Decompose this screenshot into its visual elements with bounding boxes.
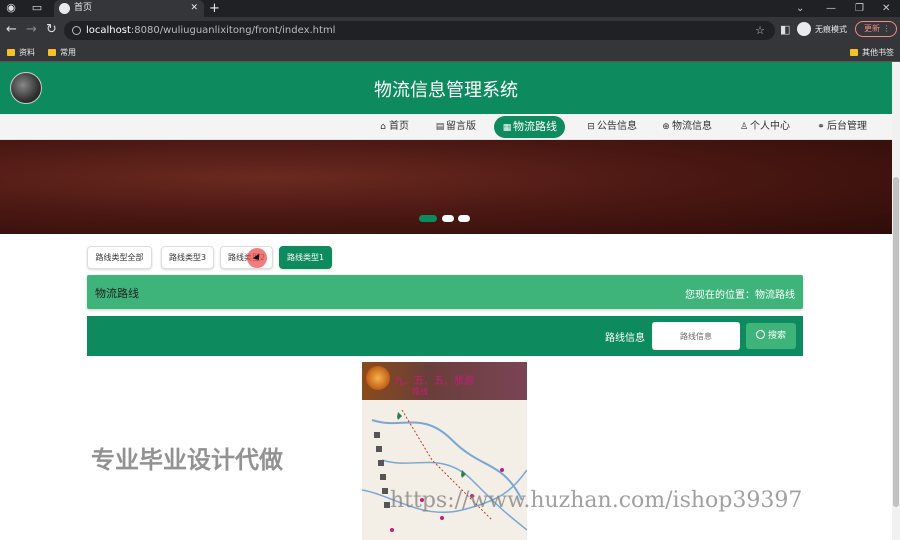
bookmarks-bar: 资料 常用 其他书签 bbox=[0, 44, 900, 62]
flower-icon bbox=[366, 366, 390, 390]
bookmark-star-icon[interactable]: ☆ bbox=[755, 21, 765, 40]
minimize-button[interactable]: — bbox=[826, 0, 836, 17]
url-host: localhost bbox=[86, 25, 131, 36]
incognito-avatar-icon[interactable] bbox=[797, 22, 811, 36]
carousel-dot[interactable] bbox=[442, 215, 454, 222]
nav-item-user-center[interactable]: ♙ 个人中心 bbox=[739, 120, 790, 134]
nav-item-home[interactable]: ⌂ 首页 bbox=[378, 120, 409, 134]
site-header: 物流信息管理系统 bbox=[0, 62, 892, 114]
map-header: 九、五、五、旅游 路线 bbox=[362, 362, 527, 400]
back-button[interactable]: ← bbox=[6, 23, 17, 37]
nav-item-notices[interactable]: ⊟ 公告信息 bbox=[586, 120, 637, 134]
carousel-dot[interactable] bbox=[419, 215, 437, 222]
message-icon: ▤ bbox=[435, 122, 445, 132]
user-icon: ♙ bbox=[739, 122, 749, 132]
nav-label: 留言版 bbox=[446, 121, 476, 132]
browser-toolbar: ← → ↻ localhost:8080/wuliuguanlixitong/f… bbox=[0, 17, 900, 44]
breadcrumb: 物流路线 您现在的位置：物流路线 bbox=[87, 275, 803, 309]
route-icon: ▦ bbox=[502, 123, 512, 133]
browser-tab-title: 首页 bbox=[74, 3, 93, 13]
search-label: 路线信息 bbox=[605, 333, 645, 344]
filter-chip-all[interactable]: 路线类型全部 bbox=[87, 246, 152, 269]
nav-label: 首页 bbox=[389, 121, 409, 132]
route-map-graphic bbox=[362, 400, 527, 540]
maximize-button[interactable]: ❐ bbox=[855, 0, 864, 17]
close-tab-icon[interactable]: ✕ bbox=[190, 0, 198, 17]
bookmark-folder[interactable]: 常用 bbox=[48, 44, 76, 62]
search-button[interactable]: 搜索 bbox=[746, 323, 796, 349]
breadcrumb-location: 您现在的位置：物流路线 bbox=[685, 290, 795, 301]
link-icon: ⚭ bbox=[817, 122, 825, 132]
nav-label: 物流信息 bbox=[672, 121, 712, 132]
bookmark-folder-other[interactable]: 其他书签 bbox=[850, 44, 894, 62]
route-card-image[interactable]: 九、五、五、旅游 路线 bbox=[362, 362, 527, 540]
update-button[interactable]: 更新 ⋮ bbox=[855, 21, 897, 37]
nav-item-logistics[interactable]: ⊕ 物流信息 bbox=[661, 120, 712, 134]
tab-search-icon[interactable]: ▭ bbox=[30, 1, 44, 15]
search-icon bbox=[755, 330, 765, 339]
search-panel: 路线信息 搜索 bbox=[87, 316, 803, 356]
nav-item-routes[interactable]: ▦ 物流路线 bbox=[494, 116, 565, 138]
url-path: :8080/wuliuguanlixitong/front/index.html bbox=[130, 25, 336, 36]
scrollbar-thumb[interactable] bbox=[893, 177, 899, 507]
nav-label: 后台管理 bbox=[827, 121, 867, 132]
nav-item-message-board[interactable]: ▤ 留言版 bbox=[435, 120, 476, 134]
tab-dropdown-icon[interactable]: ⌄ bbox=[796, 0, 804, 17]
page-viewport: 物流信息管理系统 ⌂ 首页 ▤ 留言版 ▦ 物流路线 ⊟ 公告信息 ⊕ 物流信息 ♙ 个人中… bbox=[0, 62, 892, 540]
search-input[interactable] bbox=[652, 322, 740, 350]
watermark-url: https://www.huzhan.com/ishop39397 bbox=[390, 488, 803, 513]
watermark-text: 专业毕业设计代做 bbox=[91, 446, 283, 474]
browser-tab-strip: ◉ ▭ 首页 ✕ + ⌄ — ❐ ✕ bbox=[0, 0, 900, 17]
nav-label: 个人中心 bbox=[750, 121, 790, 132]
search-button-label: 搜索 bbox=[767, 331, 786, 341]
new-tab-button[interactable]: + bbox=[209, 0, 220, 17]
site-title: 物流信息管理系统 bbox=[374, 80, 518, 101]
globe-icon bbox=[59, 3, 70, 14]
incognito-label: 无痕模式 bbox=[815, 25, 847, 34]
nav-label: 物流路线 bbox=[513, 120, 557, 133]
main-nav: ⌂ 首页 ▤ 留言版 ▦ 物流路线 ⊟ 公告信息 ⊕ 物流信息 ♙ 个人中心 ⚭ 后台管理 bbox=[0, 114, 892, 140]
reload-button[interactable]: ↻ bbox=[46, 23, 57, 37]
filter-chip-type1[interactable]: 路线类型1 bbox=[279, 246, 332, 269]
home-icon: ⌂ bbox=[380, 122, 386, 132]
section-title: 物流路线 bbox=[95, 287, 139, 300]
update-label: 更新 bbox=[864, 24, 880, 33]
bookmark-folder[interactable]: 资料 bbox=[7, 44, 35, 62]
nav-label: 公告信息 bbox=[597, 121, 637, 132]
filter-chip-type3[interactable]: 路线类型3 bbox=[161, 246, 214, 269]
carousel-dot[interactable] bbox=[458, 215, 470, 222]
window-menu-icon[interactable]: ◉ bbox=[4, 1, 18, 15]
close-window-button[interactable]: ✕ bbox=[882, 0, 890, 17]
side-panel-icon[interactable]: ◧ bbox=[780, 23, 790, 36]
nav-item-admin[interactable]: ⚭ 后台管理 bbox=[816, 120, 867, 134]
map-subtitle: 路线 bbox=[412, 387, 428, 396]
map-title: 九、五、五、旅游 bbox=[394, 376, 474, 387]
address-bar[interactable]: localhost:8080/wuliuguanlixitong/front/i… bbox=[64, 21, 775, 40]
page-scrollbar[interactable] bbox=[892, 62, 900, 540]
globe-icon: ⊕ bbox=[662, 122, 670, 132]
site-info-icon[interactable] bbox=[72, 26, 81, 35]
notice-icon: ⊟ bbox=[587, 122, 595, 132]
forward-button[interactable]: → bbox=[26, 23, 37, 37]
browser-tab-home[interactable]: 首页 ✕ bbox=[54, 0, 204, 17]
